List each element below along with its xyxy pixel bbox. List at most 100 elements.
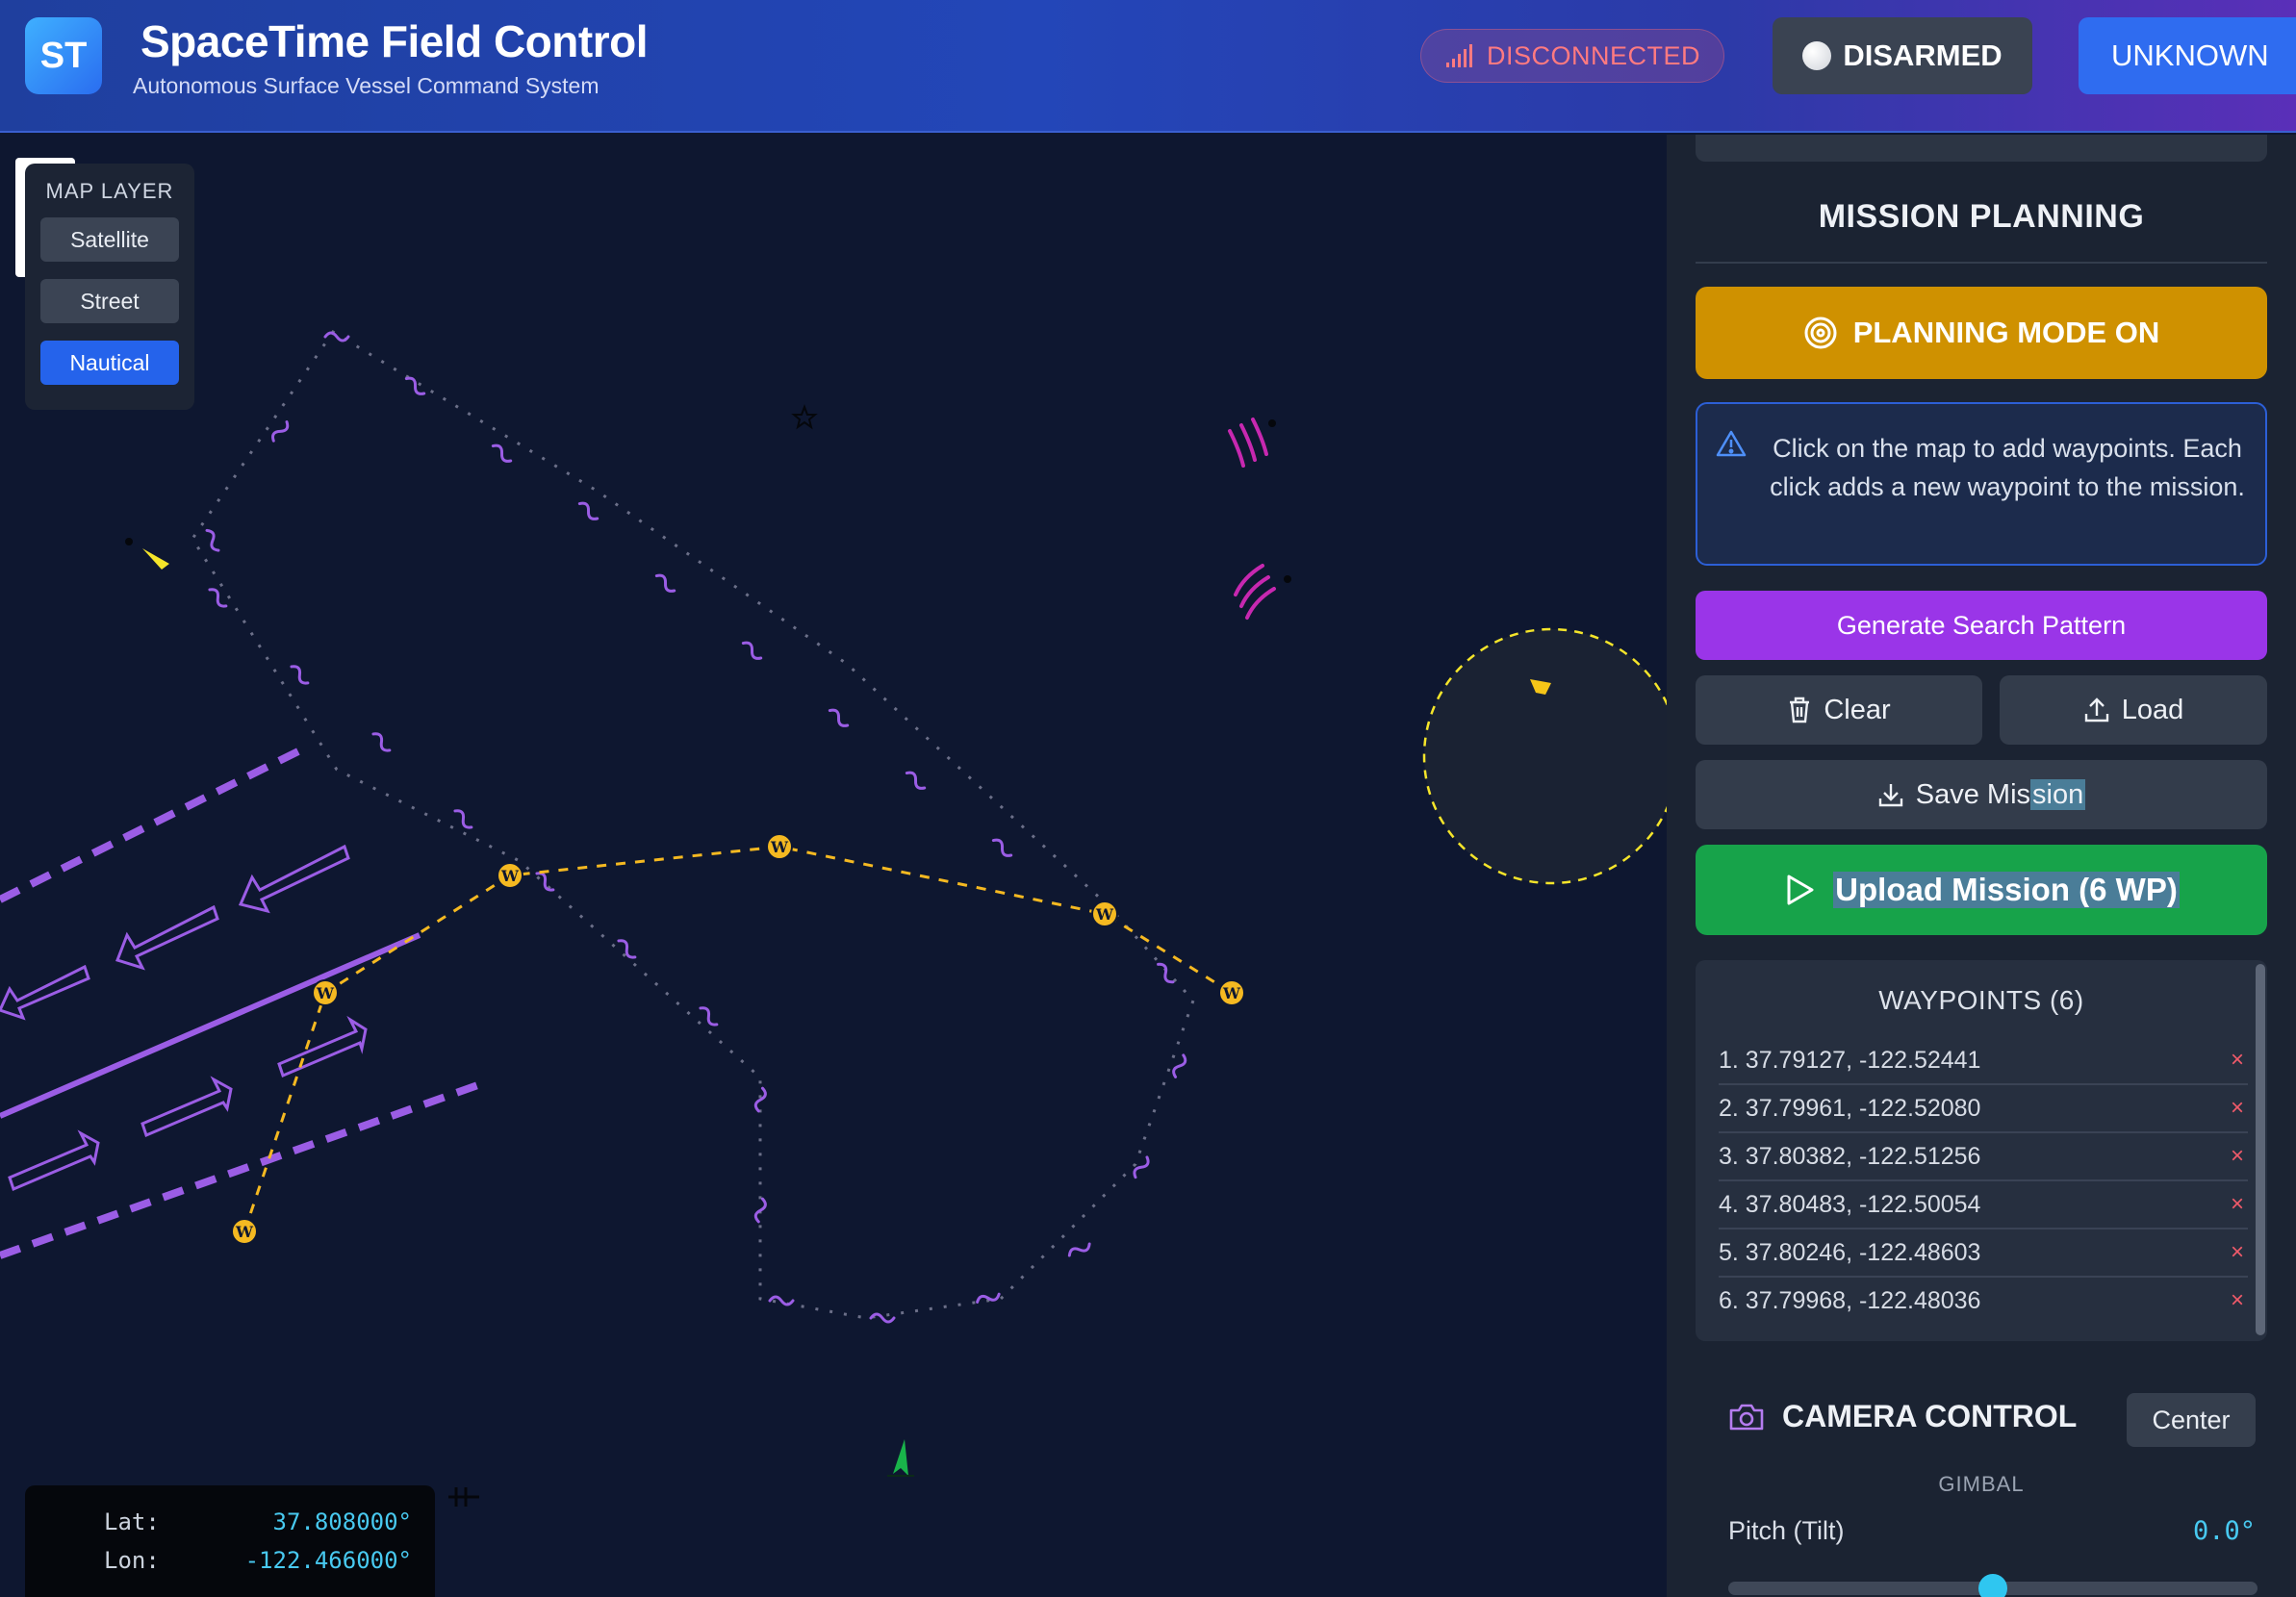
warning-triangle-icon xyxy=(1716,430,1747,457)
gimbal-section-label: GIMBAL xyxy=(1938,1472,2025,1496)
arm-status-dot-icon xyxy=(1802,41,1832,70)
latitude-row: Lat: 37.808000° xyxy=(25,1508,435,1543)
clear-button-label: Clear xyxy=(1824,694,1891,725)
pitch-label: Pitch (Tilt) xyxy=(1728,1516,1845,1545)
waypoint-coordinates: 4. 37.80483, -122.50054 xyxy=(1719,1191,1981,1218)
waypoint-list-item[interactable]: 1. 37.79127, -122.52441 × xyxy=(1719,1037,2248,1085)
delete-waypoint-button[interactable]: × xyxy=(2231,1095,2244,1122)
planning-mode-label: PLANNING MODE ON xyxy=(1852,316,2160,349)
upload-mission-button[interactable]: Upload Mission (6 WP) xyxy=(1696,845,2267,935)
delete-waypoint-button[interactable]: × xyxy=(2231,1143,2244,1170)
waypoint-coordinates: 5. 37.80246, -122.48603 xyxy=(1719,1239,1981,1266)
pitch-slider-thumb[interactable] xyxy=(1978,1574,2007,1597)
traffic-separation-scheme xyxy=(0,743,488,1259)
svg-text:W: W xyxy=(1222,984,1241,1002)
delete-waypoint-button[interactable]: × xyxy=(2231,1287,2244,1314)
svg-text:W: W xyxy=(316,984,335,1002)
longitude-value: -122.466000° xyxy=(244,1547,412,1574)
clear-mission-button[interactable]: Clear xyxy=(1696,675,1982,745)
waypoint-coordinates: 1. 37.79127, -122.52441 xyxy=(1719,1047,1981,1074)
generate-search-pattern-button[interactable]: Generate Search Pattern xyxy=(1696,591,2267,660)
save-mission-button[interactable]: Save Mission xyxy=(1696,760,2267,829)
waypoint-list-item[interactable]: 4. 37.80483, -122.50054 × xyxy=(1719,1181,2248,1229)
pitch-slider[interactable] xyxy=(1728,1574,2258,1597)
waypoint-coordinates: 3. 37.80382, -122.51256 xyxy=(1719,1143,1981,1170)
planning-info-text: Click on the map to add waypoints. Each … xyxy=(1770,434,2245,501)
waypoint-list-item[interactable]: 5. 37.80246, -122.48603 × xyxy=(1719,1229,2248,1278)
longitude-row: Lon: -122.466000° xyxy=(25,1547,435,1582)
search-area-circle xyxy=(1422,627,1667,885)
waypoint-marker-4[interactable]: W xyxy=(766,833,793,860)
layer-button-street[interactable]: Street xyxy=(40,279,179,323)
app-logo: ST xyxy=(25,17,102,94)
download-icon xyxy=(1878,784,1902,807)
waypoint-coordinates: 6. 37.79968, -122.48036 xyxy=(1719,1287,1981,1314)
crosshair-icon xyxy=(448,1487,479,1507)
svg-text:W: W xyxy=(500,867,520,885)
waypoint-marker-3[interactable]: W xyxy=(497,862,523,889)
mission-planning-title: MISSION PLANNING xyxy=(1818,198,2145,235)
flight-mode-text: UNKNOWN xyxy=(2111,38,2269,72)
waypoint-marker-2[interactable]: W xyxy=(312,979,339,1006)
waypoint-marker-5[interactable]: W xyxy=(1091,900,1118,927)
layer-button-nautical[interactable]: Nautical xyxy=(40,341,179,385)
app-subtitle: Autonomous Surface Vessel Command System xyxy=(133,73,600,98)
waypoint-list-item[interactable]: 3. 37.80382, -122.51256 × xyxy=(1719,1133,2248,1181)
svg-text:W: W xyxy=(770,838,789,856)
planning-mode-toggle-button[interactable]: PLANNING MODE ON xyxy=(1696,287,2267,379)
app-header: ST SpaceTime Field Control Autonomous Su… xyxy=(0,0,2296,133)
section-divider xyxy=(1696,262,2267,264)
save-button-label: Save Mission xyxy=(1915,778,2086,810)
load-button-label: Load xyxy=(2121,694,2184,725)
map-canvas[interactable]: W W W W W W MAP LAYER Satellite Street N… xyxy=(0,135,1667,1597)
nautical-chart: W W W W W W xyxy=(0,329,1667,1507)
waypoint-markers[interactable]: W W W W W W xyxy=(231,833,1245,1245)
map-layer-selector: MAP LAYER Satellite Street Nautical xyxy=(25,164,194,410)
waypoint-marker-1[interactable]: W xyxy=(231,1218,258,1245)
waypoint-list-item[interactable]: 6. 37.79968, -122.48036 × xyxy=(1719,1278,2248,1326)
latitude-value: 37.808000° xyxy=(272,1508,413,1535)
signal-bars-icon xyxy=(1445,44,1472,67)
app-title: SpaceTime Field Control xyxy=(140,16,648,66)
vessel-icon xyxy=(887,1439,914,1477)
longitude-label: Lon: xyxy=(104,1547,160,1574)
camera-control-title: CAMERA CONTROL xyxy=(1728,1399,2077,1434)
load-mission-button[interactable]: Load xyxy=(2000,675,2267,745)
latitude-label: Lat: xyxy=(104,1508,160,1535)
compass-star-icon xyxy=(791,404,818,430)
upload-button-label: Upload Mission (6 WP) xyxy=(1833,872,2180,908)
map-layer-title: MAP LAYER xyxy=(45,179,174,203)
layer-button-satellite[interactable]: Satellite xyxy=(40,217,179,262)
play-icon xyxy=(1787,875,1814,905)
delete-waypoint-button[interactable]: × xyxy=(2231,1239,2244,1266)
pitch-value: 0.0° xyxy=(2192,1516,2256,1546)
target-icon xyxy=(1804,317,1837,349)
svg-text:W: W xyxy=(1095,905,1114,924)
waypoints-title: WAYPOINTS (6) xyxy=(1878,985,2084,1015)
waypoint-list-card: WAYPOINTS (6) 1. 37.79127, -122.52441 × … xyxy=(1696,960,2267,1341)
app-root: ST SpaceTime Field Control Autonomous Su… xyxy=(0,0,2296,1597)
control-side-panel: MISSION PLANNING PLANNING MODE ON Click … xyxy=(1667,135,2296,1597)
arm-status-text: DISARMED xyxy=(1843,38,2003,72)
trash-icon xyxy=(1790,697,1810,723)
camera-center-button[interactable]: Center xyxy=(2127,1393,2256,1447)
previous-section-footer xyxy=(1696,135,2267,162)
waypoint-list-item[interactable]: 2. 37.79961, -122.52080 × xyxy=(1719,1085,2248,1133)
camera-control-label: CAMERA CONTROL xyxy=(1782,1399,2078,1433)
connection-status-badge: DISCONNECTED xyxy=(1420,29,1724,83)
waypoint-coordinates: 2. 37.79961, -122.52080 xyxy=(1719,1095,1981,1122)
waypoint-list-scrollbar[interactable] xyxy=(2256,964,2265,1335)
mission-route xyxy=(242,845,1233,1232)
restricted-area-boundary xyxy=(191,329,1195,1324)
light-beacon-icon xyxy=(125,538,169,570)
flight-mode-button[interactable]: UNKNOWN xyxy=(2079,17,2296,94)
cursor-coordinate-readout: Lat: 37.808000° Lon: -122.466000° xyxy=(25,1485,435,1597)
radio-beacon-icon xyxy=(1228,418,1291,620)
connection-status-text: DISCONNECTED xyxy=(1486,40,1700,70)
waypoint-marker-6[interactable]: W xyxy=(1218,979,1245,1006)
arm-status-button[interactable]: DISARMED xyxy=(1773,17,2032,94)
camera-icon xyxy=(1729,1404,1764,1430)
delete-waypoint-button[interactable]: × xyxy=(2231,1047,2244,1074)
delete-waypoint-button[interactable]: × xyxy=(2231,1191,2244,1218)
planning-info-box: Click on the map to add waypoints. Each … xyxy=(1696,402,2267,566)
